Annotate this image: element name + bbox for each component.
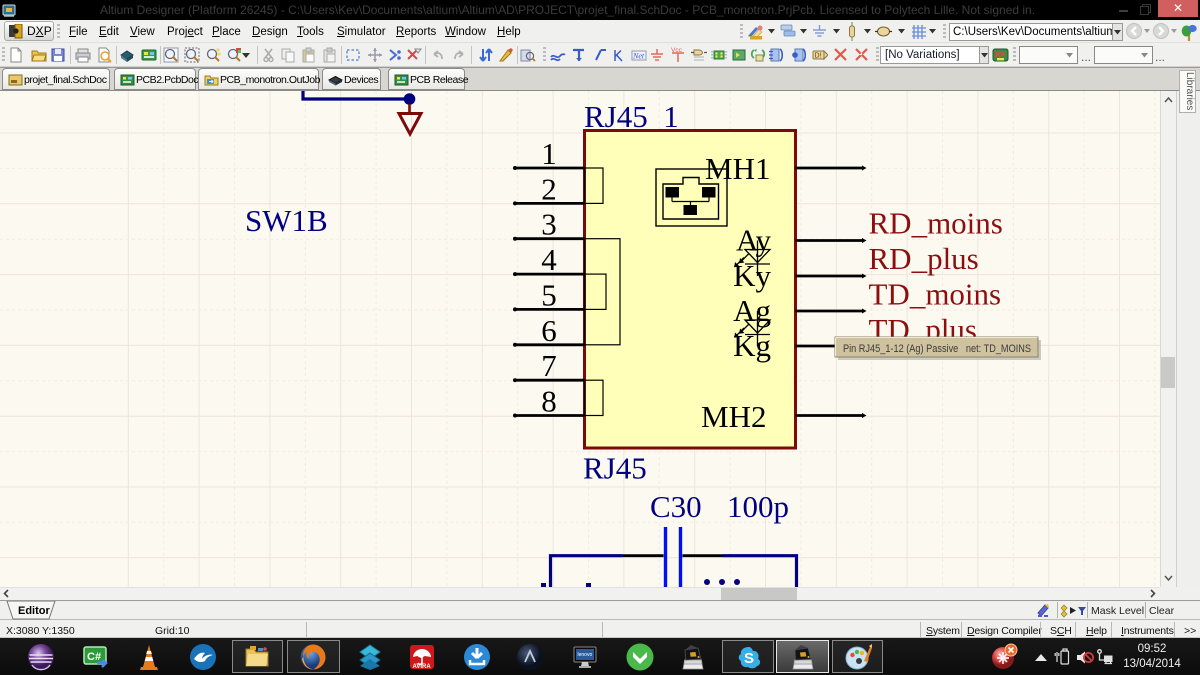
svg-text:Net: Net <box>632 52 645 61</box>
svg-text:TD_moins: TD_moins <box>869 277 1002 312</box>
svg-text:C30: C30 <box>650 489 702 524</box>
svg-text:MH2: MH2 <box>701 399 766 434</box>
svg-text:RD_moins: RD_moins <box>869 206 1003 241</box>
svg-text:MH1: MH1 <box>705 151 770 186</box>
svg-text:Pin RJ45_1-12 (Ag) Passive n: Pin RJ45_1-12 (Ag) Passive net: TD_MOINS <box>843 343 1031 355</box>
svg-text:7: 7 <box>541 348 557 383</box>
svg-text:Editor: Editor <box>18 605 50 617</box>
svg-text:D!: D! <box>815 53 822 60</box>
svg-text:8: 8 <box>541 384 557 419</box>
svg-text:Vcc: Vcc <box>671 47 683 54</box>
svg-text:RJ45_1: RJ45_1 <box>584 99 679 134</box>
svg-text:C#: C# <box>87 651 101 663</box>
svg-text:SW1B: SW1B <box>245 203 328 238</box>
svg-text:3: 3 <box>541 207 557 242</box>
svg-text:100p: 100p <box>727 489 789 524</box>
svg-text:AVIRA: AVIRA <box>413 664 432 670</box>
svg-text:1: 1 <box>541 136 557 171</box>
svg-text:Ag: Ag <box>733 293 771 328</box>
svg-text:Ay: Ay <box>736 223 772 258</box>
svg-text:4: 4 <box>541 242 557 277</box>
svg-text:6: 6 <box>541 313 557 348</box>
svg-text:RD_plus: RD_plus <box>869 241 979 276</box>
svg-text:5: 5 <box>541 277 557 312</box>
svg-text:S: S <box>744 650 754 667</box>
svg-text:RJ45: RJ45 <box>583 451 647 486</box>
svg-text:2: 2 <box>541 171 557 206</box>
svg-text:lenovo: lenovo <box>578 652 593 658</box>
